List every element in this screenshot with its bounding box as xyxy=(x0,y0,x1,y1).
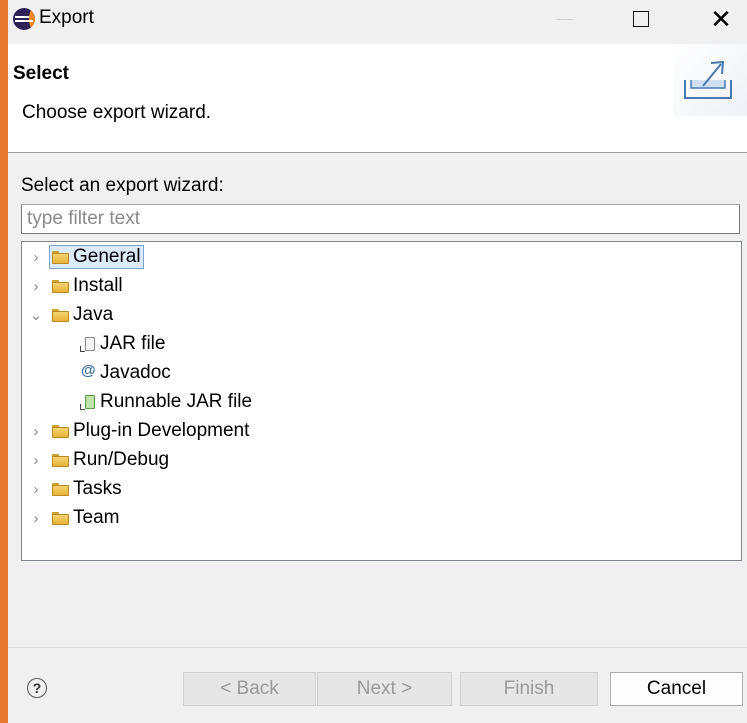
tree-item-tasks[interactable]: › Tasks xyxy=(22,476,122,502)
maximize-icon xyxy=(633,11,649,27)
minimize-icon xyxy=(557,18,573,20)
window-title: Export xyxy=(39,7,94,28)
cancel-button[interactable]: Cancel xyxy=(610,672,743,706)
folder-icon xyxy=(52,512,69,525)
finish-button[interactable]: Finish xyxy=(460,672,598,706)
folder-icon xyxy=(52,425,69,438)
page-description: Choose export wizard. xyxy=(22,102,212,123)
tree-item-jar-file[interactable]: JAR file xyxy=(79,331,165,357)
chevron-right-icon[interactable]: › xyxy=(29,273,43,299)
tree-item-label: Plug-in Development xyxy=(73,420,250,441)
chevron-down-icon[interactable]: ⌄ xyxy=(29,302,43,328)
tree-item-label: Tasks xyxy=(73,478,122,499)
tree-item-label: General xyxy=(73,246,141,267)
chevron-right-icon[interactable]: › xyxy=(29,418,43,444)
folder-icon xyxy=(52,483,69,496)
tree-item-runnable-jar[interactable]: Runnable JAR file xyxy=(79,389,252,415)
title-bar[interactable]: Export ✕ xyxy=(8,0,747,38)
tree-item-team[interactable]: › Team xyxy=(22,505,120,531)
tree-item-javadoc[interactable]: Javadoc xyxy=(79,360,171,386)
tree-item-label: Java xyxy=(73,304,114,325)
chevron-right-icon[interactable]: › xyxy=(29,476,43,502)
folder-open-icon xyxy=(52,309,69,322)
folder-icon xyxy=(52,251,69,264)
back-button[interactable]: < Back xyxy=(183,672,316,706)
folder-icon xyxy=(52,280,69,293)
wizard-tree[interactable]: › General › Install ⌄ Java JAR file @ Ja… xyxy=(21,241,742,561)
tree-item-plugin-development[interactable]: › Plug-in Development xyxy=(22,418,250,444)
export-dialog: Export ✕ Select Choose export wizard. Se… xyxy=(8,0,747,723)
chevron-right-icon[interactable]: › xyxy=(29,505,43,531)
maximize-button[interactable] xyxy=(618,0,664,38)
export-icon xyxy=(684,60,732,99)
javadoc-icon xyxy=(79,362,97,381)
tree-item-java[interactable]: ⌄ Java xyxy=(22,302,113,328)
tree-item-label: Javadoc xyxy=(100,362,171,383)
close-button[interactable]: ✕ xyxy=(698,0,744,38)
folder-icon xyxy=(52,454,69,467)
wizard-header: Select Choose export wizard. xyxy=(8,44,747,153)
page-title: Select xyxy=(13,63,69,84)
tree-item-label: Install xyxy=(73,275,123,296)
tree-item-general[interactable]: › General xyxy=(22,244,741,270)
tree-item-label: Team xyxy=(73,507,120,528)
tree-item-install[interactable]: › Install xyxy=(22,273,123,299)
eclipse-icon xyxy=(13,8,35,30)
filter-input[interactable] xyxy=(21,204,740,234)
tree-item-run-debug[interactable]: › Run/Debug xyxy=(22,447,170,473)
next-button[interactable]: Next > xyxy=(317,672,452,706)
tree-item-label: Run/Debug xyxy=(73,449,170,470)
minimize-button[interactable] xyxy=(542,0,588,38)
tree-item-label: JAR file xyxy=(100,333,166,354)
export-banner xyxy=(673,44,747,116)
jar-file-icon xyxy=(79,336,97,352)
tree-item-label: Runnable JAR file xyxy=(100,391,253,412)
close-icon: ✕ xyxy=(710,3,732,34)
footer-divider xyxy=(8,647,747,648)
wizard-list-label: Select an export wizard: xyxy=(21,175,224,196)
chevron-right-icon[interactable]: › xyxy=(29,244,43,270)
runnable-jar-icon xyxy=(79,394,97,410)
chevron-right-icon[interactable]: › xyxy=(29,447,43,473)
help-icon[interactable]: ? xyxy=(27,678,47,698)
